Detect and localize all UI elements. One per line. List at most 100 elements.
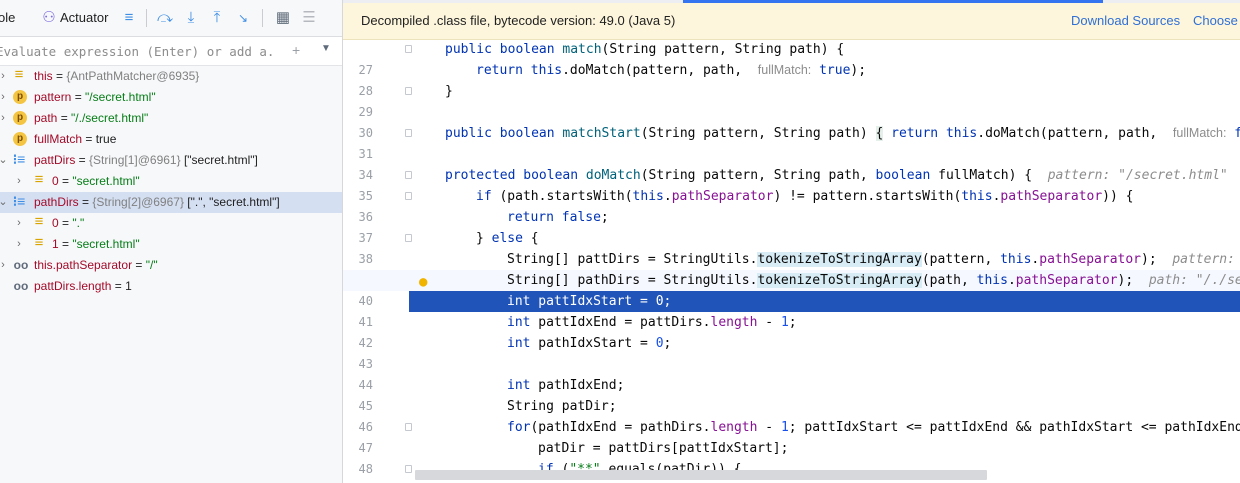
fold-marker-icon[interactable]: [405, 465, 412, 473]
expand-arrow-icon[interactable]: ›: [0, 66, 8, 87]
variables-tree: › ≡ this = {AntPathMatcher@6935} › p pat…: [0, 66, 342, 297]
code-line[interactable]: 46 String patDir;: [343, 396, 1240, 434]
fold-marker-icon[interactable]: [405, 234, 412, 242]
variable-value: 1: [125, 279, 132, 293]
toolbar-separator: [146, 9, 147, 27]
variable-name: pathDirs: [34, 195, 79, 209]
variable-type: {String[2]@6967}: [92, 195, 188, 209]
evaluate-expression-bar: + ▼: [0, 37, 342, 66]
variable-name: pattDirs.length: [34, 279, 112, 293]
code-line[interactable]: 43 int pathIdxStart = 0;: [343, 333, 1240, 371]
variable-row[interactable]: › ≡ 0 = ".": [0, 213, 342, 234]
variable-name: this: [34, 69, 53, 83]
array-icon: ⁝≡: [12, 151, 26, 167]
variable-value: ".": [72, 216, 85, 230]
code-editor[interactable]: Decompiled .class file, bytecode version…: [343, 0, 1240, 483]
code-line[interactable]: 47 for(pathIdxEnd = pathDirs.length - 1;…: [343, 417, 1240, 455]
inline-value-hint: pattern: ": [1172, 252, 1235, 267]
expand-arrow-icon[interactable]: ›: [0, 255, 8, 276]
evaluate-expression-input[interactable]: [0, 37, 276, 65]
variable-row[interactable]: › p path = "/./secret.html": [0, 108, 342, 129]
variable-value: [".", "secret.html"]: [187, 195, 280, 209]
code-line[interactable]: 29 }: [343, 81, 1240, 119]
step-over-icon[interactable]: ⤼: [156, 9, 174, 27]
variable-row-selected[interactable]: ⌄ ⁝≡ pathDirs = {String[2]@6967} [".", "…: [0, 192, 342, 213]
fold-marker-icon[interactable]: [405, 87, 412, 95]
fold-marker-icon[interactable]: [405, 192, 412, 200]
gutter-line: 41: [343, 291, 403, 329]
collapse-arrow-icon[interactable]: ⌄: [0, 150, 8, 171]
code-line[interactable]: 28 return this.doMatch(pattern, path, fu…: [343, 60, 1240, 98]
variable-name: pattern: [34, 90, 72, 104]
table-view-icon[interactable]: ▦: [274, 9, 292, 27]
code-line[interactable]: 40 ● String[] pathDirs = StringUtils.tok…: [343, 270, 1240, 308]
actuator-tab[interactable]: Actuator: [60, 0, 108, 36]
chevron-down-icon[interactable]: ▼: [321, 43, 331, 54]
fold-marker-icon[interactable]: [405, 171, 412, 179]
toolbar-separator: [262, 9, 263, 27]
code-line[interactable]: 30: [343, 102, 1240, 140]
inline-value-hint: path: "/./sec: [1148, 273, 1240, 288]
step-into-icon[interactable]: ⤓: [182, 9, 200, 27]
threads-menu-icon[interactable]: ≡: [120, 9, 138, 27]
variable-row[interactable]: › ≡ this = {AntPathMatcher@6935}: [0, 66, 342, 87]
fold-marker-icon[interactable]: [405, 129, 412, 137]
code-line[interactable]: 38 } else {: [343, 228, 1240, 266]
fold-marker-icon[interactable]: [405, 45, 412, 53]
fold-marker-icon[interactable]: [405, 423, 412, 431]
variable-name: fullMatch: [34, 132, 83, 146]
code-line[interactable]: 44: [343, 354, 1240, 392]
expand-arrow-icon[interactable]: ›: [14, 171, 24, 192]
variable-name: path: [34, 111, 58, 125]
horizontal-scrollbar[interactable]: [415, 470, 987, 480]
code-line[interactable]: 37 return false;: [343, 207, 1240, 245]
code-line[interactable]: 45 int pathIdxEnd;: [343, 375, 1240, 413]
actuator-icon: ⚇: [42, 9, 56, 26]
download-sources-link[interactable]: Download Sources: [1071, 3, 1180, 39]
add-watch-icon[interactable]: +: [292, 42, 300, 58]
variable-value: "/": [145, 258, 158, 272]
run-to-cursor-icon[interactable]: ↘: [234, 9, 252, 27]
array-icon: ⁝≡: [12, 193, 26, 209]
watch-glasses-icon: oo: [13, 279, 29, 293]
watch-row[interactable]: › oo this.pathSeparator = "/": [0, 255, 342, 276]
code-line[interactable]: 34: [343, 144, 1240, 182]
code-line[interactable]: 31 public boolean matchStart(String patt…: [343, 123, 1240, 161]
code-line[interactable]: 27 public boolean match(String pattern, …: [343, 39, 1240, 77]
code-line[interactable]: 42 int pattIdxEnd = pattDirs.length - 1;: [343, 312, 1240, 350]
code-line[interactable]: 36 if (path.startsWith(this.pathSeparato…: [343, 186, 1240, 224]
variable-value: "secret.html": [72, 174, 140, 188]
debugger-panel: ole ⚇ Actuator ≡ ⤼ ⤓ ⤒ ↘ ▦ ☰ + ▼ › ≡ thi…: [0, 0, 343, 483]
variable-row[interactable]: › p pattern = "/secret.html": [0, 87, 342, 108]
choose-sources-link[interactable]: Choose: [1193, 3, 1238, 39]
variable-value: true: [95, 132, 117, 146]
code-line[interactable]: 39 String[] pattDirs = StringUtils.token…: [343, 249, 1240, 287]
debugger-toolbar: ole ⚇ Actuator ≡ ⤼ ⤓ ⤒ ↘ ▦ ☰: [0, 0, 342, 37]
variable-value: "/secret.html": [85, 90, 156, 104]
expand-arrow-icon[interactable]: ›: [0, 87, 8, 108]
execution-point-line[interactable]: int pattIdxStart = 0;: [409, 291, 1240, 312]
variable-row[interactable]: › ≡ 0 = "secret.html": [0, 171, 342, 192]
console-tab[interactable]: ole: [0, 0, 15, 36]
variable-row[interactable]: ⌄ ⁝≡ pattDirs = {String[1]@6961} ["secre…: [0, 150, 342, 171]
parameter-icon: p: [13, 90, 27, 104]
expand-arrow-icon[interactable]: ›: [14, 234, 24, 255]
filter-icon[interactable]: ☰: [300, 9, 318, 27]
field-icon: ≡: [34, 213, 44, 230]
lightbulb-icon[interactable]: ●: [419, 272, 431, 290]
decompiled-notice-banner: Decompiled .class file, bytecode version…: [343, 3, 1240, 40]
variable-row[interactable]: › ≡ 1 = "secret.html": [0, 234, 342, 255]
parameter-hint: fullMatch:: [1172, 126, 1227, 140]
inline-value-hint: pattern: "/secret.html": [1047, 168, 1228, 183]
variable-name: pattDirs: [34, 153, 76, 167]
variable-row[interactable]: p fullMatch = true: [0, 129, 342, 150]
expand-arrow-icon[interactable]: ›: [14, 213, 24, 234]
collapse-arrow-icon[interactable]: ⌄: [0, 192, 8, 213]
step-out-icon[interactable]: ⤒: [208, 9, 226, 27]
watch-row[interactable]: oo pattDirs.length = 1: [0, 276, 342, 297]
code-line[interactable]: 48 patDir = pattDirs[pattIdxStart];: [343, 438, 1240, 476]
code-line[interactable]: 35 protected boolean doMatch(String patt…: [343, 165, 1240, 203]
expand-arrow-icon[interactable]: ›: [0, 108, 8, 129]
variable-name: this.pathSeparator: [34, 258, 133, 272]
variable-value: "/./secret.html": [71, 111, 149, 125]
